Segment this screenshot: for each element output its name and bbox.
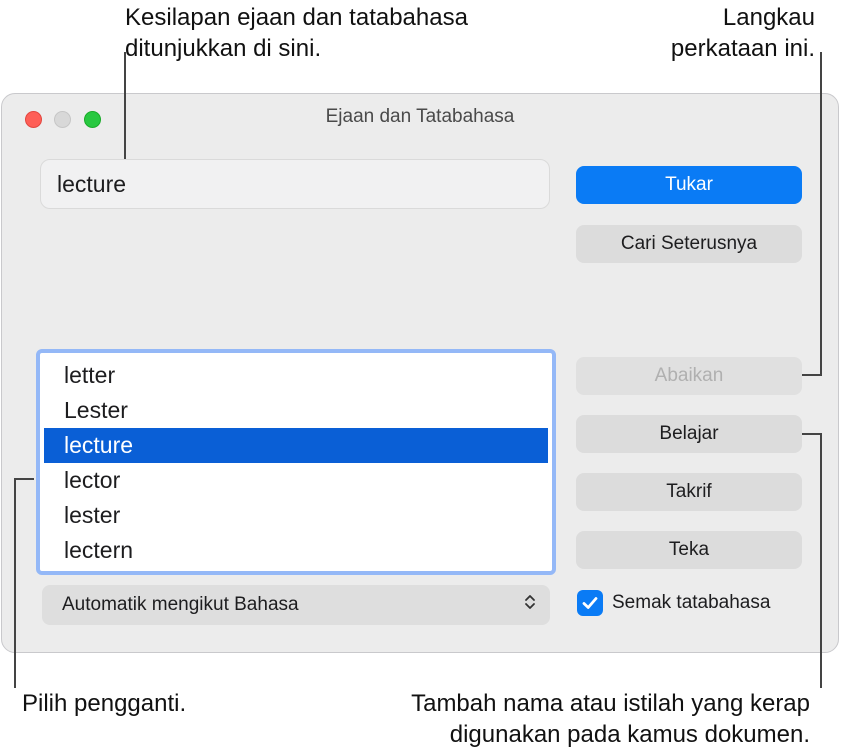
connector-line-top-left bbox=[124, 52, 126, 159]
suggestions-list[interactable]: letter Lester lecture lector lester lectern bbox=[36, 349, 556, 575]
language-popup-value: Automatik mengikut Bahasa bbox=[62, 594, 299, 615]
connector-line-top-right-v bbox=[820, 52, 822, 376]
chevron-updown-icon bbox=[524, 585, 536, 625]
connector-line-bottom-right-h bbox=[802, 433, 822, 435]
suggestion-item[interactable]: lester bbox=[44, 498, 548, 533]
learn-button[interactable]: Belajar bbox=[576, 415, 802, 453]
grammar-checkbox-label: Semak tatabahasa bbox=[612, 592, 771, 613]
callout-choose-replacement: Pilih pengganti. bbox=[22, 690, 187, 717]
connector-line-bottom-left-h bbox=[14, 478, 34, 480]
change-button[interactable]: Tukar bbox=[576, 166, 802, 204]
connector-line-top-right-h bbox=[802, 374, 822, 376]
define-button[interactable]: Takrif bbox=[576, 473, 802, 511]
suggestion-item[interactable]: lectern bbox=[44, 533, 548, 568]
checkmark-icon bbox=[582, 597, 598, 609]
suggestion-item[interactable]: letter bbox=[44, 358, 548, 393]
connector-line-bottom-right-v bbox=[820, 433, 822, 688]
suggestion-item[interactable]: lecture bbox=[44, 428, 548, 463]
titlebar: Ejaan dan Tatabahasa bbox=[2, 94, 838, 142]
spelling-grammar-window: Ejaan dan Tatabahasa lecture Tukar Cari … bbox=[1, 93, 839, 653]
guess-button[interactable]: Teka bbox=[576, 531, 802, 569]
suggestion-item[interactable]: Lester bbox=[44, 393, 548, 428]
misspelled-word-field[interactable]: lecture bbox=[40, 159, 550, 209]
ignore-button[interactable]: Abaikan bbox=[576, 357, 802, 395]
grammar-checkbox[interactable] bbox=[577, 590, 603, 616]
callout-skip-word: Langkau perkataan ini. bbox=[670, 4, 815, 62]
find-next-button[interactable]: Cari Seterusnya bbox=[576, 225, 802, 263]
suggestion-item[interactable]: lector bbox=[44, 463, 548, 498]
callout-add-to-dictionary: Tambah nama atau istilah yang kerap digu… bbox=[411, 690, 810, 748]
window-title: Ejaan dan Tatabahasa bbox=[325, 106, 515, 127]
language-popup[interactable]: Automatik mengikut Bahasa bbox=[42, 585, 550, 625]
connector-line-bottom-left-v bbox=[14, 478, 16, 688]
callout-spelling-errors: Kesilapan ejaan dan tatabahasa ditunjukk… bbox=[125, 4, 468, 62]
